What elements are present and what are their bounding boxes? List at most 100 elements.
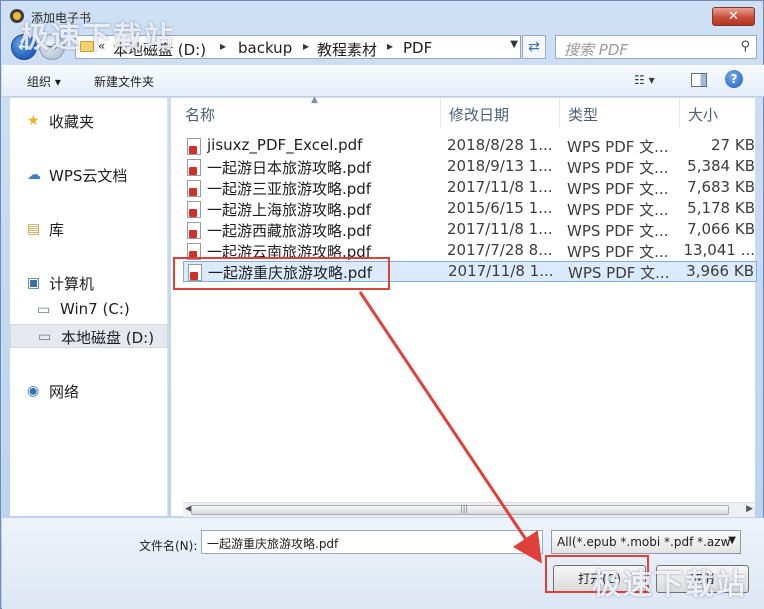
- sidebar-item-computer[interactable]: ▣ 计算机: [10, 271, 168, 295]
- scrollbar-thumb[interactable]: |||: [191, 504, 729, 515]
- new-folder-button[interactable]: 新建文件夹: [94, 73, 154, 90]
- file-type-filter[interactable]: All(*.epub *.mobi *.pdf *.azw ▼: [551, 530, 741, 554]
- command-toolbar: 组织 ▾ 新建文件夹 ☷ ▾ ?: [2, 65, 764, 97]
- file-type: WPS PDF 文...: [567, 243, 669, 261]
- file-size: 13,041 ...: [683, 241, 755, 259]
- column-header-label: 大小: [688, 106, 719, 124]
- drive-icon: ▭: [37, 302, 51, 318]
- file-date: 2017/11/8 1...: [447, 178, 553, 196]
- help-icon[interactable]: ?: [725, 70, 743, 88]
- dropdown-arrow-icon: ▼: [728, 535, 736, 546]
- breadcrumb-segment[interactable]: backup: [238, 39, 292, 57]
- file-date: 2017/11/8 1...: [448, 262, 554, 280]
- refresh-icon: ⇄: [528, 39, 540, 55]
- preview-pane-icon[interactable]: [691, 73, 707, 87]
- file-size: 7,066 KB: [687, 220, 755, 238]
- sidebar-item-label: 网络: [49, 383, 80, 401]
- breadcrumb-separator[interactable]: ▸: [303, 39, 309, 53]
- file-date: 2017/7/28 8...: [447, 241, 553, 259]
- library-icon: ▤: [27, 221, 41, 237]
- file-type: WPS PDF 文...: [567, 201, 669, 219]
- file-date: 2015/6/15 1...: [447, 199, 553, 217]
- pdf-file-icon: [187, 201, 201, 218]
- grip-icon: |||: [460, 504, 469, 513]
- star-icon: ★: [27, 113, 40, 129]
- organize-button[interactable]: 组织 ▾: [27, 73, 61, 90]
- sidebar-item-label: 收藏夹: [49, 113, 95, 131]
- drive-icon: ▭: [38, 329, 52, 345]
- pdf-file-icon: [187, 138, 201, 155]
- network-icon: ◉: [27, 383, 40, 399]
- column-header-label: 名称: [185, 106, 216, 124]
- file-row[interactable]: 一起游西藏旅游攻略.pdf 2017/11/8 1... WPS PDF 文..…: [183, 220, 757, 241]
- sidebar-item-wps-cloud[interactable]: ☁ WPS云文档: [10, 163, 168, 187]
- watermark-bottom: 极速下载站: [592, 567, 748, 601]
- column-header-name[interactable]: ▲ 名称: [177, 95, 441, 128]
- file-name: 一起游日本旅游攻略.pdf: [207, 159, 372, 177]
- filename-label: 文件名(N):: [139, 539, 198, 553]
- file-row[interactable]: jisuxz_PDF_Excel.pdf 2018/8/28 1... WPS …: [183, 136, 757, 157]
- file-type: WPS PDF 文...: [567, 159, 669, 177]
- sidebar-item-label: Win7 (C:): [60, 300, 130, 318]
- file-type: WPS PDF 文...: [567, 138, 669, 156]
- sidebar-item-network[interactable]: ◉ 网络: [10, 379, 168, 403]
- pdf-file-icon: [187, 159, 201, 176]
- file-type: WPS PDF 文...: [567, 180, 669, 198]
- file-row[interactable]: 一起游上海旅游攻略.pdf 2015/6/15 1... WPS PDF 文..…: [183, 199, 757, 220]
- file-name: 一起游西藏旅游攻略.pdf: [207, 222, 372, 240]
- file-list: ▲ 名称 修改日期 类型 大小 jisuxz_PDF_Excel.pdf 201…: [171, 95, 757, 516]
- file-date: 2017/11/8 1...: [447, 220, 553, 238]
- address-dropdown-icon[interactable]: ▼: [510, 39, 518, 50]
- file-row[interactable]: 一起游日本旅游攻略.pdf 2018/9/13 1... WPS PDF 文..…: [183, 157, 757, 178]
- file-size: 3,966 KB: [686, 262, 754, 280]
- sidebar-item-label: WPS云文档: [49, 167, 128, 185]
- sort-ascending-icon: ▲: [311, 95, 318, 105]
- sidebar-item-favorites[interactable]: ★ 收藏夹: [10, 109, 168, 133]
- file-type: WPS PDF 文...: [567, 222, 669, 240]
- open-file-dialog: 添加电子书 ✕ ← → « 本地磁盘 (D:) ▸ backup ▸ 教程素材 …: [0, 0, 764, 609]
- sidebar-item-libraries[interactable]: ▤ 库: [10, 217, 168, 241]
- breadcrumb-separator[interactable]: ▸: [387, 39, 393, 53]
- cloud-icon: ☁: [27, 167, 41, 183]
- column-header-label: 类型: [568, 106, 599, 124]
- column-header-date[interactable]: 修改日期: [441, 98, 560, 128]
- file-size: 5,384 KB: [687, 157, 755, 175]
- column-header-label: 修改日期: [449, 106, 510, 124]
- search-box[interactable]: 搜索 PDF ⚲: [555, 35, 757, 59]
- scroll-right-icon[interactable]: ▶: [746, 504, 753, 514]
- watermark-top: 极速下载站: [20, 20, 176, 54]
- file-date: 2018/9/13 1...: [447, 157, 553, 175]
- sidebar-item-drive-c[interactable]: ▭ Win7 (C:): [10, 298, 168, 322]
- column-header-size[interactable]: 大小: [680, 98, 755, 128]
- close-icon: ✕: [728, 9, 739, 24]
- file-row[interactable]: 一起游三亚旅游攻略.pdf 2017/11/8 1... WPS PDF 文..…: [183, 178, 757, 199]
- filename-input[interactable]: 一起游重庆旅游攻略.pdf: [201, 530, 543, 554]
- sidebar-item-drive-d[interactable]: ▭ 本地磁盘 (D:): [10, 324, 168, 348]
- file-date: 2018/8/28 1...: [447, 136, 553, 154]
- column-header-type[interactable]: 类型: [560, 98, 680, 128]
- selected-file-highlight: [173, 257, 390, 290]
- breadcrumb-separator[interactable]: ▸: [220, 39, 226, 53]
- change-view-button[interactable]: ☷ ▾: [634, 73, 655, 87]
- refresh-button[interactable]: ⇄: [522, 35, 546, 59]
- breadcrumb-segment[interactable]: 教程素材: [317, 39, 377, 60]
- file-size: 27 KB: [711, 136, 755, 154]
- breadcrumb-segment[interactable]: PDF: [403, 39, 432, 57]
- computer-icon: ▣: [27, 275, 41, 291]
- file-name: 一起游三亚旅游攻略.pdf: [207, 180, 372, 198]
- pdf-file-icon: [187, 180, 201, 197]
- horizontal-scrollbar[interactable]: ◀ ||| ▶: [183, 502, 755, 517]
- sidebar-item-label: 本地磁盘 (D:): [61, 329, 155, 347]
- file-type-filter-value: All(*.epub *.mobi *.pdf *.azw: [557, 535, 731, 549]
- close-button[interactable]: ✕: [712, 7, 755, 26]
- search-input[interactable]: 搜索 PDF: [564, 39, 628, 60]
- sidebar-item-label: 计算机: [49, 275, 95, 293]
- file-name: jisuxz_PDF_Excel.pdf: [207, 136, 363, 154]
- file-name: 一起游上海旅游攻略.pdf: [207, 201, 372, 219]
- file-size: 7,683 KB: [687, 178, 755, 196]
- file-type: WPS PDF 文...: [568, 264, 670, 282]
- sidebar-item-label: 库: [49, 221, 65, 239]
- file-size: 5,178 KB: [687, 199, 755, 217]
- search-icon: ⚲: [740, 39, 750, 54]
- pdf-file-icon: [187, 222, 201, 239]
